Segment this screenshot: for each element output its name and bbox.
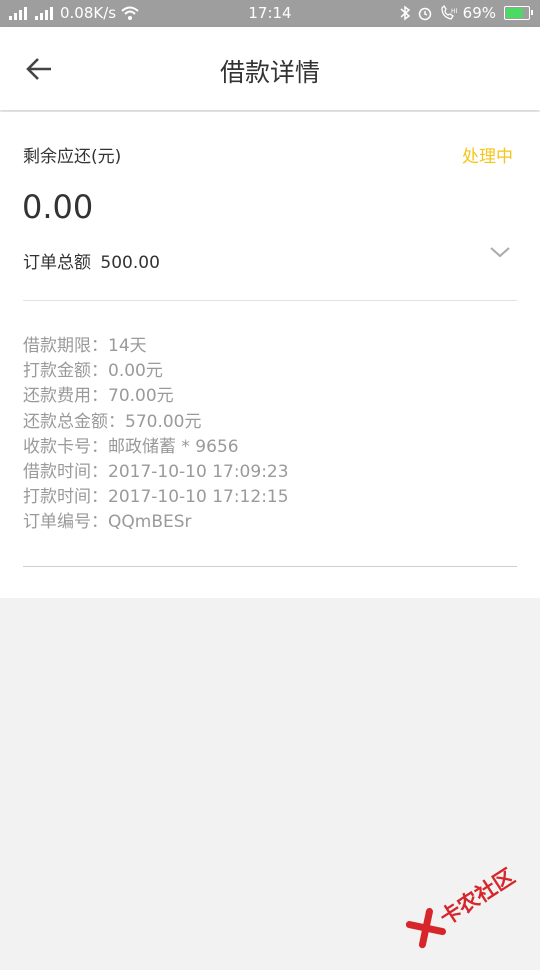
detail-row-order-id: 订单编号：QQmBESr — [23, 512, 192, 533]
expand-button[interactable] — [486, 240, 514, 264]
divider — [23, 300, 517, 301]
remaining-label: 剩余应还(元) — [23, 147, 122, 167]
watermark: 卡农社区 — [393, 840, 540, 970]
svg-text:HD: HD — [451, 8, 457, 15]
order-total-label: 订单总额 — [23, 253, 91, 273]
chevron-down-icon — [490, 247, 510, 258]
detail-row-term: 借款期限：14天 — [23, 336, 147, 356]
status-badge: 处理中 — [462, 147, 513, 167]
detail-row-fee: 还款费用：70.00元 — [23, 386, 174, 407]
detail-row-disbursed: 打款金额：0.00元 — [23, 361, 163, 382]
divider — [23, 566, 517, 567]
detail-row-card: 收款卡号：邮政储蓄 * 9656 — [23, 436, 239, 457]
app-bar: 借款详情 — [0, 27, 540, 110]
watermark-text: 卡农社区 — [435, 864, 520, 931]
call-icon: HD — [441, 5, 457, 20]
status-bar: 0.08K/s 17:14 HD 69% — [0, 0, 540, 27]
battery-percent: 69% — [462, 4, 496, 22]
page-title: 借款详情 — [219, 58, 320, 87]
order-total-value: 500.00 — [100, 253, 160, 273]
detail-row-loan-time: 借款时间：2017-10-10 17:09:23 — [23, 462, 289, 483]
detail-row-disburse-time: 打款时间：2017-10-10 17:12:15 — [23, 487, 289, 508]
remaining-amount: 0.00 — [22, 188, 94, 226]
detail-list: 借款期限：14天 打款金额：0.00元 还款费用：70.00元 还款总金额：57… — [23, 334, 289, 536]
detail-row-repay-total: 还款总金额：570.00元 — [23, 411, 202, 432]
status-bar-right: HD 69% — [399, 4, 533, 22]
alarm-icon — [418, 7, 431, 21]
bluetooth-icon — [400, 5, 410, 21]
battery-icon — [504, 6, 533, 20]
loan-detail-card: 剩余应还(元) 处理中 0.00 订单总额 500.00 借款期限：14天 打款… — [0, 112, 540, 598]
order-total: 订单总额 500.00 — [23, 248, 160, 273]
